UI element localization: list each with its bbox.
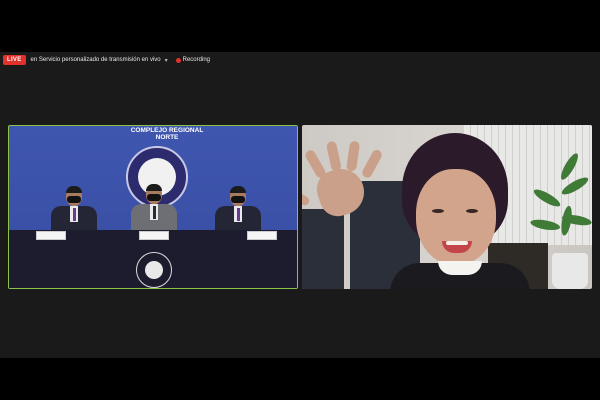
chevron-down-icon[interactable]: ▾ <box>165 57 168 64</box>
campus-banner-line2: NORTE <box>155 134 179 141</box>
panelist-center <box>131 184 177 238</box>
recording-indicator[interactable]: Recording <box>175 57 210 63</box>
table-seal-emblem <box>136 252 172 288</box>
video-tile-participant[interactable] <box>302 125 592 289</box>
houseplant <box>529 151 592 255</box>
live-badge[interactable]: LIVE <box>3 55 26 65</box>
campus-banner: COMPLEJO REGIONAL NORTE <box>117 127 217 141</box>
plant-pot <box>552 253 588 289</box>
campus-banner-line1: COMPLEJO REGIONAL <box>130 127 204 134</box>
video-tile-press-conference[interactable]: COMPLEJO REGIONAL NORTE <box>8 125 298 289</box>
nameplate-left <box>36 231 66 240</box>
nameplate-center <box>139 231 169 240</box>
nameplate-right <box>247 231 277 240</box>
recording-dot-icon <box>175 57 181 63</box>
participant <box>360 133 530 289</box>
recording-label: Recording <box>182 57 210 63</box>
stream-status-bar: LIVE en Servicio personalizado de transm… <box>0 52 600 68</box>
raised-arm <box>302 209 344 289</box>
stream-service-label[interactable]: en Servicio personalizado de transmisión… <box>31 57 161 63</box>
